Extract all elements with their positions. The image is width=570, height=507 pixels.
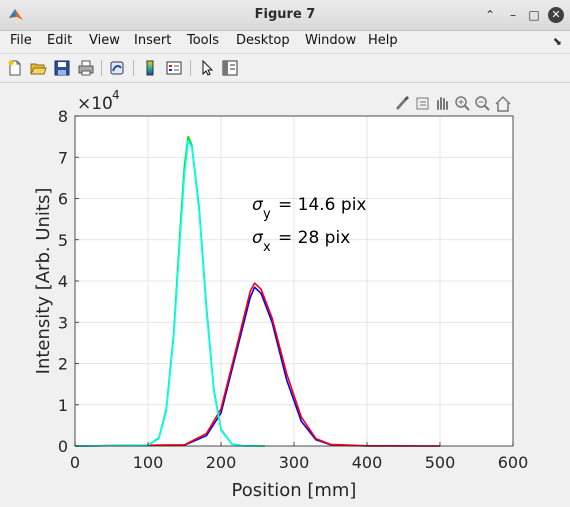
menu-help-label: Help xyxy=(368,33,398,48)
figure-canvas: 0 100 200 300 400 500 600 0 1 2 3 4 5 6 7 8 ×10 4 σ y =… xyxy=(2,84,568,503)
brush-icon[interactable] xyxy=(396,96,409,110)
x-tick-label: 500 xyxy=(425,453,456,472)
pan-icon[interactable] xyxy=(437,97,448,110)
y-exponent-label: ×10 4 xyxy=(77,88,120,114)
y-tick-label: 0 xyxy=(58,437,68,456)
y-tick-label: 3 xyxy=(58,313,68,332)
menu-desktop-label: Desktop xyxy=(236,33,290,48)
menu-file-label: File xyxy=(10,33,32,48)
figure-toolbar xyxy=(0,53,570,83)
menu-tools[interactable]: Tools xyxy=(187,33,219,48)
axes-toolbar xyxy=(396,95,511,112)
menu-view[interactable]: View xyxy=(89,33,120,48)
y-exponent-power: 4 xyxy=(112,88,120,102)
x-tick-label: 400 xyxy=(352,453,383,472)
y-tick-label: 5 xyxy=(58,231,68,250)
plot-axes[interactable]: 0 100 200 300 400 500 600012345678 ×10 4 σ y =… xyxy=(2,84,568,503)
zoom-out-icon[interactable] xyxy=(475,96,490,111)
y-tick-label: 1 xyxy=(58,396,68,415)
new-figure-icon[interactable] xyxy=(6,59,24,77)
y-tick-label: 2 xyxy=(58,355,68,374)
home-icon[interactable] xyxy=(495,95,511,112)
menu-desktop[interactable]: Desktop xyxy=(236,33,290,48)
toolbar-separator xyxy=(190,60,191,76)
menu-tools-label: Tools xyxy=(187,33,220,48)
menu-file[interactable]: File xyxy=(10,33,32,48)
sigma-y-value: = 14.6 pix xyxy=(278,195,366,215)
menu-view-label: View xyxy=(89,33,120,48)
menu-window[interactable]: Window xyxy=(305,33,356,48)
x-tick-label: 100 xyxy=(133,453,164,472)
toolbar-separator xyxy=(133,60,134,76)
x-axis-label: Position [mm] xyxy=(232,480,357,501)
minimize-up-icon[interactable]: ⌃ xyxy=(482,7,498,23)
menu-edit[interactable]: Edit xyxy=(47,33,72,48)
link-plot-icon[interactable] xyxy=(108,59,126,77)
data-tips-icon[interactable] xyxy=(416,97,429,110)
colorbar-icon[interactable] xyxy=(141,59,159,77)
open-file-icon[interactable] xyxy=(29,59,47,77)
title-bar: Figure 7 ⌃ – □ ✕ xyxy=(0,0,570,31)
y-axis-label: Intensity [Arb. Units] xyxy=(33,188,54,375)
menu-help[interactable]: Help xyxy=(368,33,398,48)
legend-icon[interactable] xyxy=(165,59,183,77)
maximize-button[interactable]: □ xyxy=(526,7,542,23)
property-editor-icon[interactable] xyxy=(221,59,239,77)
y-tick-label: 7 xyxy=(58,148,68,167)
y-tick-label: 6 xyxy=(58,190,68,209)
print-icon[interactable] xyxy=(77,59,95,77)
sigma-subscript: y xyxy=(263,207,271,222)
minimize-button[interactable]: – xyxy=(505,7,521,23)
x-tick-label: 600 xyxy=(498,453,529,472)
y-tick-label: 4 xyxy=(58,272,68,291)
menu-window-label: Window xyxy=(305,33,357,48)
save-icon[interactable] xyxy=(53,59,71,77)
edit-plot-icon[interactable] xyxy=(198,59,216,77)
dock-arrow-icon[interactable]: ⬊ xyxy=(553,35,562,48)
menu-insert-label: Insert xyxy=(134,33,172,48)
menu-edit-label: Edit xyxy=(47,33,73,48)
x-tick-label: 0 xyxy=(70,453,80,472)
y-tick-label: 8 xyxy=(58,107,68,126)
zoom-in-icon[interactable] xyxy=(455,96,470,111)
x-tick-label: 200 xyxy=(206,453,237,472)
x-tick-label: 300 xyxy=(279,453,310,472)
sigma-x-value: = 28 pix xyxy=(278,228,350,248)
y-exponent-text: ×10 xyxy=(77,94,113,114)
menu-bar: File Edit View Insert Tools Desktop Wind… xyxy=(0,31,570,52)
close-button[interactable]: ✕ xyxy=(548,7,564,23)
sigma-subscript: x xyxy=(263,240,271,255)
menu-insert[interactable]: Insert xyxy=(134,33,171,48)
toolbar-separator xyxy=(101,60,102,76)
